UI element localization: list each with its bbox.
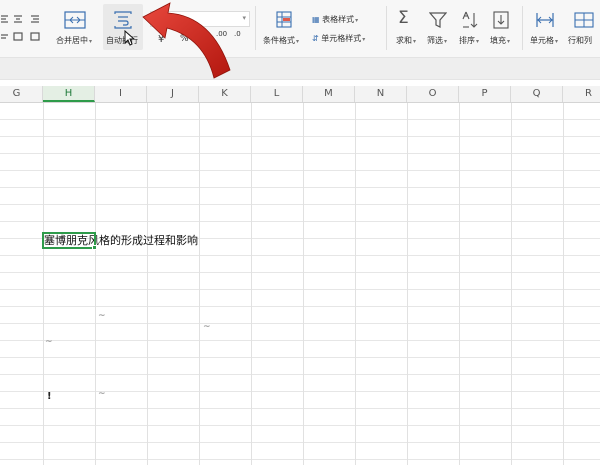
fill-handle[interactable] bbox=[92, 245, 97, 250]
grid-speck: ~ bbox=[98, 311, 106, 321]
grid-speck: ~ bbox=[98, 389, 106, 399]
grid-speck: ~ bbox=[203, 322, 211, 332]
selected-cell-outline bbox=[42, 232, 96, 249]
red-arrow-annotation bbox=[142, 2, 231, 79]
grid-speck: ~ bbox=[45, 337, 53, 347]
spreadsheet-grid[interactable] bbox=[0, 103, 600, 465]
mouse-cursor-icon bbox=[124, 30, 136, 46]
grid-speck: ! bbox=[47, 391, 52, 402]
